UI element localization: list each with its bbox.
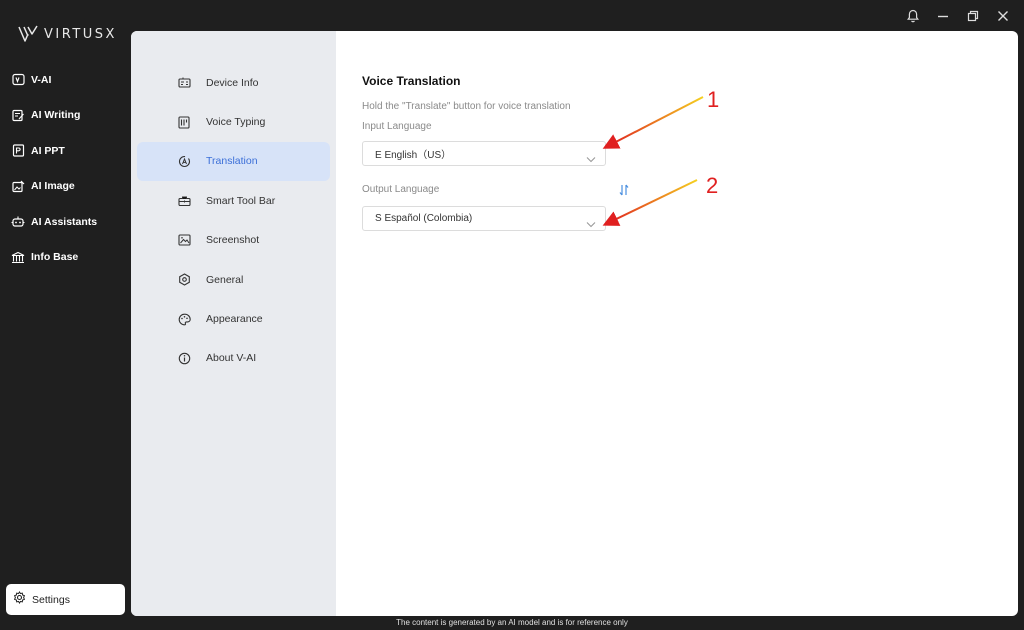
gear-icon [13,590,26,609]
settings-item-screenshot[interactable]: Screenshot [137,221,330,260]
nav-item-label: V-AI [31,73,52,86]
input-language-label: Input Language [362,121,432,132]
v-ai-icon [11,73,25,87]
settings-panel: Device Info Voice Typing Translation Sma… [131,31,1018,616]
translation-content: Voice Translation Hold the "Translate" b… [336,31,1018,616]
app-logo: VIRTUSX [18,25,117,43]
ppt-icon [11,144,25,158]
logo-text: VIRTUSX [44,26,117,42]
general-icon [177,273,191,287]
nav-item-info-base[interactable]: Info Base [0,240,130,276]
nav-item-label: AI PPT [31,144,65,157]
settings-item-general[interactable]: General [137,260,330,299]
nav-item-label: AI Assistants [31,215,98,228]
ai-disclaimer: The content is generated by an AI model … [396,618,628,627]
virtusx-logo-icon [18,25,38,42]
screenshot-icon [177,233,191,247]
device-icon [177,76,191,90]
palette-icon [177,312,191,326]
info-icon [177,351,191,365]
settings-item-appearance[interactable]: Appearance [137,299,330,338]
input-language-value: E English（US） [375,150,452,161]
nav-item-label: AI Image [31,180,75,193]
image-icon [11,179,25,193]
chevron-down-icon [586,215,596,233]
minimize-icon[interactable] [936,8,950,24]
settings-item-label: Smart Tool Bar [206,194,276,207]
close-icon[interactable] [996,8,1010,24]
nav-item-ai-writing[interactable]: AI Writing [0,98,130,134]
swap-languages-icon[interactable] [619,183,629,201]
translate-icon [177,154,191,168]
library-icon [11,250,25,264]
nav-item-ai-ppt[interactable]: AI PPT [0,133,130,169]
settings-item-translation[interactable]: Translation [137,141,330,182]
edit-icon [11,108,25,122]
nav-item-v-ai[interactable]: V-AI [0,62,130,98]
annotation-number-2: 2 [706,173,719,198]
annotation-number-1: 1 [707,87,720,112]
output-language-value: S Español (Colombia) [375,213,473,224]
chevron-down-icon [586,150,596,168]
robot-icon [11,215,25,229]
translation-hint: Hold the "Translate" button for voice tr… [362,101,571,112]
input-language-select[interactable]: E English（US） [362,141,606,166]
settings-item-label: Screenshot [206,234,260,247]
settings-item-label: General [206,273,244,286]
output-language-select[interactable]: S Español (Colombia) [362,206,606,231]
main-nav: V-AI AI Writing AI PPT AI Image AI Assis… [0,62,130,275]
nav-item-label: AI Writing [31,109,81,122]
nav-item-ai-image[interactable]: AI Image [0,169,130,205]
nav-item-label: Info Base [31,251,79,264]
output-language-label: Output Language [362,184,440,195]
settings-item-voice-typing[interactable]: Voice Typing [137,102,330,141]
settings-item-label: Device Info [206,76,259,89]
voice-typing-icon [177,115,191,129]
settings-item-device-info[interactable]: Device Info [137,63,330,102]
bell-icon[interactable] [906,8,920,24]
settings-button[interactable]: Settings [6,584,125,615]
settings-item-about[interactable]: About V-AI [137,339,330,378]
settings-item-label: Appearance [206,313,263,326]
settings-item-smart-tool-bar[interactable]: Smart Tool Bar [137,181,330,220]
restore-icon[interactable] [966,8,980,24]
toolbox-icon [177,194,191,208]
section-title: Voice Translation [362,74,461,88]
settings-item-label: Voice Typing [206,116,266,129]
settings-item-label: Translation [206,155,258,168]
settings-label: Settings [32,593,70,606]
settings-item-label: About V-AI [206,352,257,365]
window-controls [906,8,1010,24]
nav-item-ai-assistants[interactable]: AI Assistants [0,204,130,240]
settings-menu: Device Info Voice Typing Translation Sma… [131,31,336,616]
